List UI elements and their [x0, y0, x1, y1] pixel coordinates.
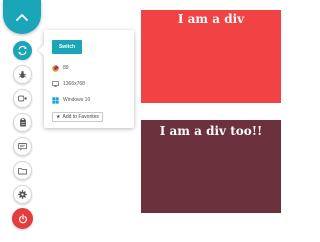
clipboard-icon [19, 118, 27, 127]
chevron-up-icon [16, 13, 28, 21]
firefox-icon [52, 64, 59, 72]
page: Switch 89 1366x768 Windows 10 ★ Add to F… [0, 0, 300, 242]
add-to-favorites-label: Add to Favorites [62, 114, 99, 120]
monitor-icon [52, 81, 59, 88]
switch-sync-icon [17, 45, 28, 56]
power-button[interactable] [12, 208, 33, 229]
browser-switch-panel: Switch 89 1366x768 Windows 10 ★ Add to F… [44, 30, 134, 128]
toolbar-collapse-button[interactable] [3, 0, 41, 34]
folder-icon [18, 167, 27, 175]
windows-icon [52, 96, 59, 104]
settings-button[interactable] [13, 185, 32, 204]
browser-version-row: 89 [52, 64, 69, 72]
red-div: I am a div [141, 10, 281, 103]
os-row: Windows 10 [52, 96, 90, 104]
chat-button[interactable] [13, 137, 32, 156]
record-video-button[interactable] [13, 89, 32, 108]
switch-button[interactable]: Switch [52, 40, 82, 54]
resolution-row: 1366x768 [52, 80, 85, 88]
star-icon: ★ [56, 114, 61, 120]
bug-report-button[interactable] [13, 65, 32, 84]
chat-icon [18, 142, 27, 151]
operating-system: Windows 10 [63, 97, 91, 103]
switch-browser-button[interactable] [13, 41, 32, 60]
power-icon [18, 213, 28, 224]
red-div-text: I am a div [177, 12, 245, 26]
browser-version: 89 [63, 65, 69, 71]
clipboard-button[interactable] [13, 113, 32, 132]
add-to-favorites-button[interactable]: ★ Add to Favorites [52, 112, 103, 122]
gear-icon [18, 190, 27, 199]
video-icon [18, 95, 27, 102]
dark-div: I am a div too!! [141, 120, 281, 213]
dark-div-text: I am a div too!! [159, 124, 263, 138]
screen-resolution: 1366x768 [63, 81, 85, 87]
folder-button[interactable] [13, 161, 32, 180]
bug-icon [18, 70, 27, 79]
